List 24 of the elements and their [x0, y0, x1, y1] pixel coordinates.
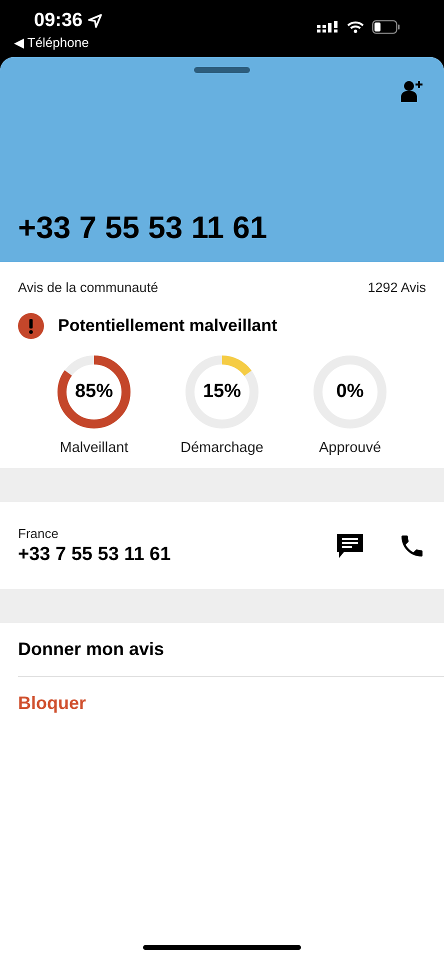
block-action[interactable]: Bloquer	[18, 676, 444, 730]
percent-value: 15%	[202, 381, 242, 403]
gauge-label: Démarchage	[180, 440, 264, 456]
signal-icon	[317, 20, 339, 32]
phone-number: +33 7 55 53 11 61	[18, 544, 172, 566]
wifi-icon	[347, 20, 364, 32]
percent-value: 85%	[74, 381, 114, 403]
warning-icon	[18, 313, 44, 339]
country-label: France	[18, 526, 60, 540]
percent-value: 0%	[336, 381, 364, 403]
phone-number: +33 7 55 53 11 61	[18, 210, 268, 246]
add-contact-icon[interactable]	[400, 79, 424, 103]
verdict-text: Potentiellement malveillant	[58, 316, 278, 336]
clock-time: 09:36	[34, 10, 83, 32]
action-item[interactable]: Donner mon avis	[18, 623, 444, 676]
drag-handle[interactable]	[194, 67, 250, 73]
location-arrow-icon	[88, 14, 102, 28]
message-icon[interactable]	[336, 532, 364, 560]
battery-icon	[372, 20, 400, 34]
gauge-label: Approuvé	[318, 440, 382, 456]
section-title: Avis de la communauté	[18, 280, 158, 295]
back-link[interactable]: ◀ Téléphone	[14, 35, 102, 50]
gauge-label: Malveillant	[60, 440, 128, 456]
review-count: 1292 Avis	[368, 280, 426, 295]
